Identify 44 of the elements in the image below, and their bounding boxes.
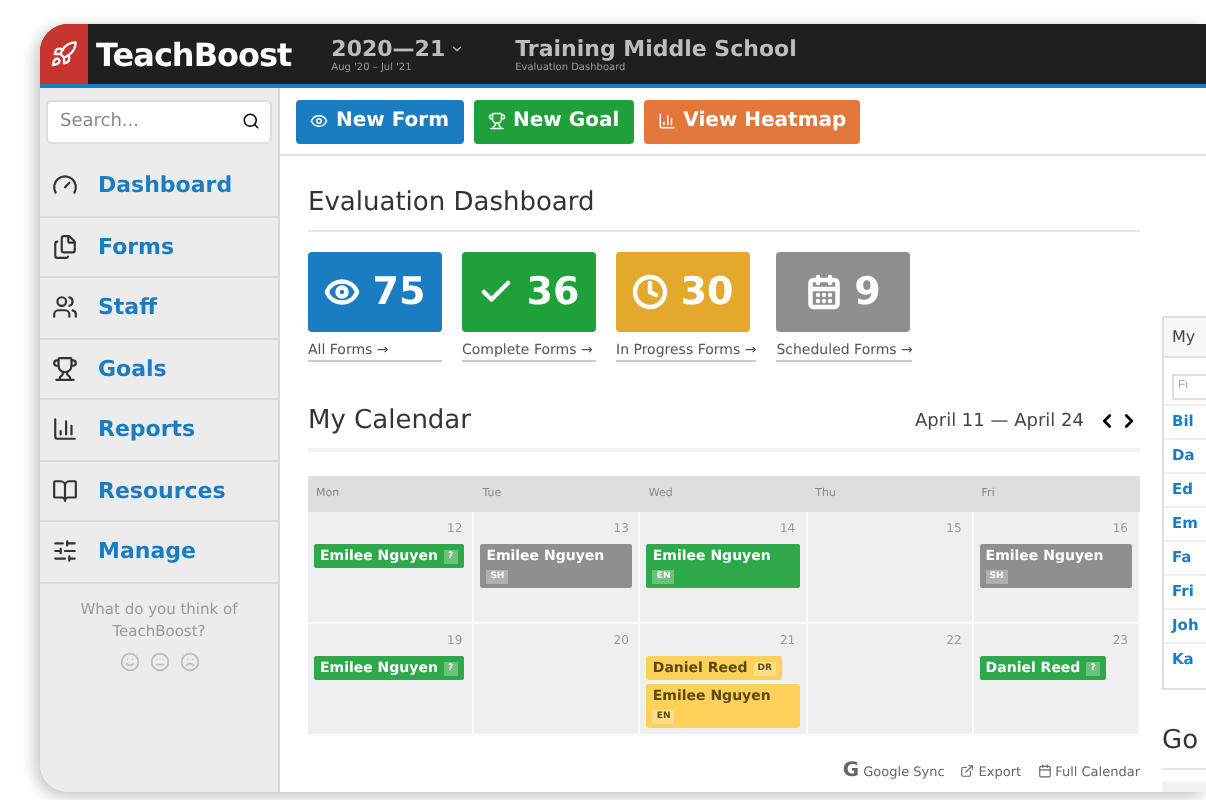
- toolbar-button[interactable]: New Form: [296, 99, 464, 143]
- calendar-icon: [1037, 764, 1052, 778]
- search-icon: [242, 112, 260, 130]
- export-icon: [960, 764, 975, 778]
- neutral-face-icon[interactable]: [149, 652, 169, 672]
- section-title: Go: [1162, 725, 1206, 769]
- toolbar-button[interactable]: New Goal: [473, 99, 634, 143]
- sliders-icon: [52, 538, 78, 565]
- nav-item[interactable]: Dashboard: [40, 156, 278, 217]
- people-icon: [52, 294, 78, 321]
- school-name: Training Middle School: [515, 35, 797, 61]
- trophy-icon: [52, 355, 78, 382]
- page-title: Evaluation Dashboard: [308, 156, 1140, 232]
- rocket-logo-icon: [40, 24, 88, 84]
- brand-name: TeachBoost: [96, 35, 292, 73]
- nav-item[interactable]: Staff: [40, 278, 278, 339]
- gauge-icon: [52, 172, 78, 199]
- nav-item[interactable]: Reports: [40, 400, 278, 461]
- happy-face-icon[interactable]: [119, 652, 139, 672]
- date-range: April 11 — April 24: [915, 411, 1084, 431]
- calendar-icon: [806, 274, 843, 310]
- caret-icon: [449, 41, 464, 55]
- eye-icon: [310, 112, 328, 130]
- documents-icon: [52, 233, 78, 260]
- toolbar-button[interactable]: View Heatmap: [643, 99, 861, 143]
- stat-tile[interactable]: 9: [776, 252, 911, 332]
- panel-title: My: [1164, 318, 1206, 358]
- sad-face-icon[interactable]: [179, 652, 199, 672]
- eye-icon: [324, 274, 361, 310]
- nav-item[interactable]: Forms: [40, 217, 278, 278]
- nav-item[interactable]: Manage: [40, 522, 278, 583]
- book-icon: [52, 477, 78, 504]
- bar-chart-icon: [52, 416, 78, 443]
- bar-chart-icon: [657, 112, 676, 130]
- stat-tile[interactable]: 75: [308, 252, 442, 332]
- panel-background: [1162, 781, 1206, 792]
- stat-tile[interactable]: 36: [462, 252, 596, 332]
- search-field[interactable]: Search...: [46, 100, 272, 144]
- clock-icon: [632, 274, 669, 310]
- nav-item[interactable]: Resources: [40, 461, 278, 522]
- trophy-icon: [487, 112, 506, 130]
- nav-item[interactable]: Goals: [40, 339, 278, 400]
- year-selector[interactable]: 2020—21: [331, 35, 464, 61]
- calendar-title: My Calendar: [308, 406, 473, 436]
